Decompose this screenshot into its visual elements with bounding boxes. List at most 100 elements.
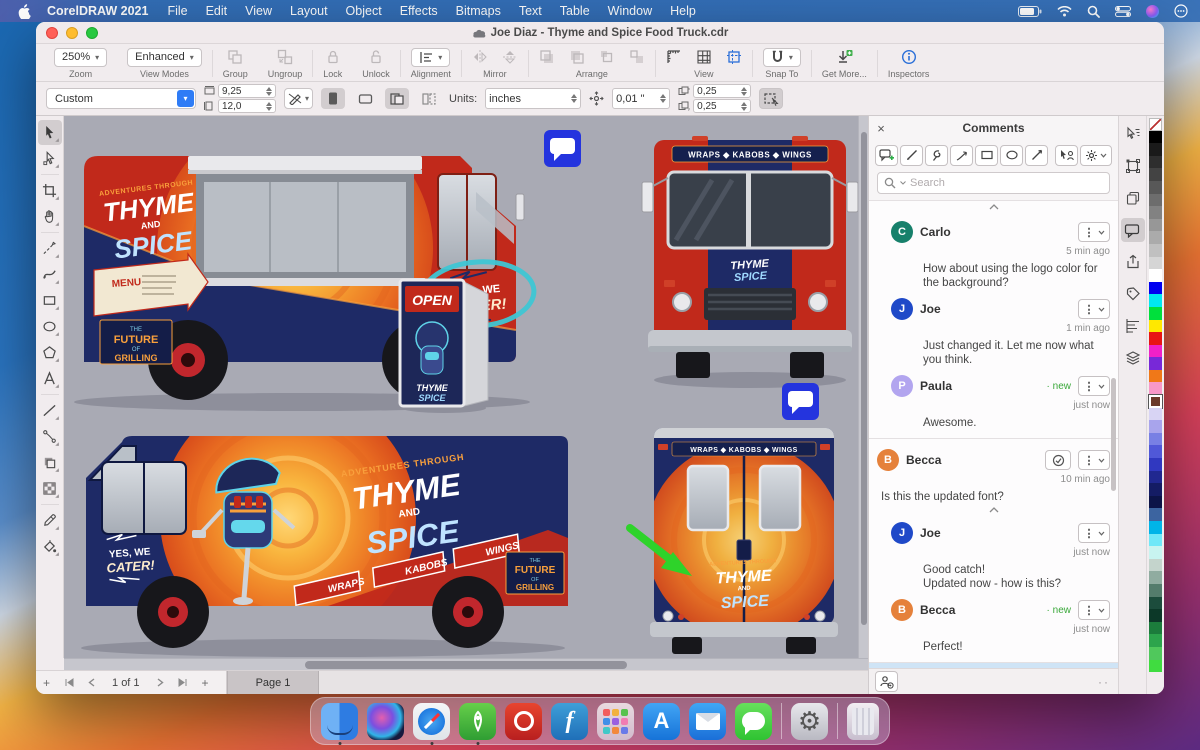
comment-paula-1[interactable]: P Paula · new ⋮ just now Awesome. [891, 375, 1110, 430]
manage-collaborators-button[interactable] [875, 671, 898, 692]
all-pages-button[interactable] [385, 88, 410, 109]
menu-view[interactable]: View [236, 4, 281, 18]
freehand-draw-button[interactable] [925, 144, 948, 166]
draw-line-button[interactable] [900, 144, 923, 166]
get-more-group[interactable]: Get More... [812, 46, 877, 81]
titlebar[interactable]: Joe Diaz - Thyme and Spice Food Truck.cd… [36, 22, 1164, 44]
palette-swatch[interactable] [1149, 583, 1162, 597]
comment-menu-button[interactable]: ⋮ [1078, 600, 1110, 620]
eyedropper-tool[interactable] [38, 508, 62, 533]
menu-edit[interactable]: Edit [197, 4, 237, 18]
page-tab[interactable]: Page 1 [226, 671, 320, 694]
photo-paint-icon[interactable] [505, 702, 542, 740]
zoom-level-dropdown[interactable]: 250% ▾ [54, 47, 108, 67]
comment-joe-1[interactable]: J Joe ⋮ 1 min ago Just changed it. Let m… [891, 298, 1110, 367]
portrait-orientation-button[interactable] [321, 88, 346, 109]
page-width-field[interactable]: 9,25 [218, 84, 276, 98]
comment-joe-2[interactable]: J Joe ⋮ just now Good catch! Updated now… [891, 522, 1110, 591]
palette-swatch[interactable] [1149, 206, 1162, 219]
palette-swatch[interactable] [1149, 621, 1162, 635]
last-page-button[interactable] [171, 676, 195, 690]
inspectors-group[interactable]: Inspectors [878, 46, 940, 81]
zoom-window-button[interactable] [86, 26, 98, 39]
palette-swatch[interactable] [1149, 118, 1162, 131]
guidelines-icon[interactable] [726, 49, 742, 65]
palette-swatch[interactable] [1149, 571, 1162, 584]
system-preferences-icon[interactable]: ⚙ [791, 702, 828, 740]
first-page-button[interactable] [57, 676, 81, 690]
control-center-icon[interactable] [1115, 5, 1131, 17]
add-page-end-button[interactable]: + [195, 676, 216, 690]
panel-resize-grip[interactable]: ·· [1098, 675, 1112, 689]
collaboration-cursor-button[interactable] [1055, 144, 1078, 166]
mail-icon[interactable] [689, 702, 726, 740]
comment-marker-1[interactable] [544, 130, 581, 167]
styles-inspector-icon[interactable] [1121, 282, 1145, 306]
properties-inspector-icon[interactable] [1121, 122, 1145, 146]
vertical-scroll-thumb[interactable] [860, 132, 867, 626]
comment-thread-3-selected[interactable]: C Carlo ⋮ 29 min ago Cool design! [869, 663, 1118, 668]
rectangle-annotation-button[interactable] [975, 144, 998, 166]
next-page-button[interactable] [150, 676, 171, 690]
lock-button[interactable]: Lock [313, 46, 352, 81]
group-button[interactable]: Group [213, 46, 258, 81]
previous-page-button[interactable] [81, 676, 102, 690]
resolve-comment-button[interactable] [1045, 450, 1071, 470]
palette-swatch[interactable] [1149, 558, 1162, 572]
add-note-button[interactable] [875, 144, 898, 166]
ellipse-tool[interactable] [38, 314, 62, 339]
menu-table[interactable]: Table [551, 4, 599, 18]
to-back-icon[interactable] [569, 49, 585, 65]
palette-swatch[interactable] [1149, 659, 1162, 673]
palette-swatch[interactable] [1149, 357, 1162, 370]
palette-swatch[interactable] [1149, 596, 1162, 610]
comments-inspector-icon[interactable] [1120, 218, 1145, 242]
comment-menu-button[interactable]: ⋮ [1078, 450, 1110, 470]
palette-swatch[interactable] [1149, 193, 1162, 207]
pan-tool[interactable] [38, 204, 62, 229]
menu-effects[interactable]: Effects [391, 4, 447, 18]
palette-swatch[interactable] [1149, 432, 1162, 446]
palette-swatch[interactable] [1149, 546, 1162, 559]
launchpad-icon[interactable] [597, 702, 634, 740]
transform-inspector-icon[interactable] [1121, 154, 1145, 178]
duplicate-y-field[interactable]: 0,25 [693, 99, 752, 113]
siri-icon[interactable] [1146, 4, 1159, 18]
comment-menu-button[interactable]: ⋮ [1078, 376, 1110, 396]
palette-swatch[interactable] [1149, 130, 1162, 144]
palette-swatch[interactable] [1149, 143, 1162, 156]
palette-swatch[interactable] [1149, 218, 1162, 232]
comments-search-box[interactable] [877, 172, 1110, 194]
objects-inspector-icon[interactable] [1121, 186, 1145, 210]
menu-layout[interactable]: Layout [281, 4, 337, 18]
coreldraw-icon[interactable] [459, 702, 496, 740]
finder-icon[interactable] [321, 702, 358, 740]
comment-carlo-1[interactable]: C Carlo ⋮ 5 min ago How about using the … [891, 221, 1110, 290]
treat-as-filled-button[interactable] [759, 88, 784, 109]
comments-scrollbar-thumb[interactable] [1111, 378, 1116, 491]
palette-swatch[interactable] [1149, 256, 1162, 270]
page-height-field[interactable]: 12,0 [218, 99, 276, 113]
palette-swatch[interactable] [1149, 533, 1162, 547]
horizontal-scroll-thumb[interactable] [305, 660, 627, 669]
search-input[interactable] [910, 177, 1103, 189]
connector-tool[interactable] [38, 424, 62, 449]
shape-tool[interactable] [38, 146, 62, 171]
canvas-horizontal-scrollbar[interactable] [64, 658, 868, 670]
palette-swatch[interactable] [1149, 382, 1162, 396]
palette-swatch[interactable] [1149, 243, 1162, 257]
palette-swatch[interactable] [1149, 483, 1162, 496]
collapse-replies-icon[interactable] [877, 504, 1110, 514]
crop-tool[interactable] [38, 178, 62, 203]
freehand-tool[interactable] [38, 236, 62, 261]
current-page-button[interactable] [417, 88, 441, 109]
ellipse-annotation-button[interactable] [1000, 144, 1023, 166]
export-inspector-icon[interactable] [1121, 250, 1145, 274]
color-styles-inspector-icon[interactable] [1121, 346, 1145, 370]
snap-to-dropdown[interactable]: ▾ [762, 47, 801, 67]
palette-swatch[interactable] [1149, 319, 1162, 333]
interactive-fill-tool[interactable] [38, 534, 62, 559]
palette-swatch[interactable] [1149, 521, 1162, 534]
comment-becca-2[interactable]: B Becca · new ⋮ just now Perfect! [891, 599, 1110, 654]
guidelines-inspector-icon[interactable] [1121, 314, 1145, 338]
